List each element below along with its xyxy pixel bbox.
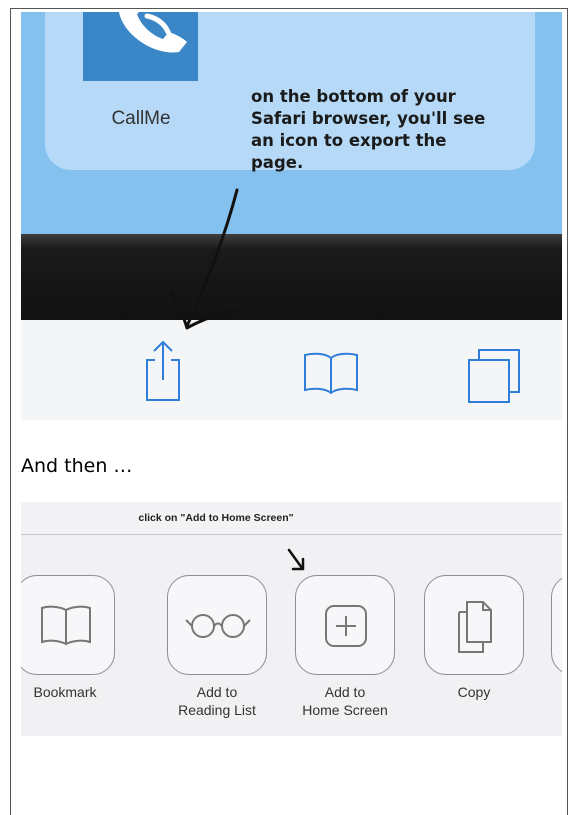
bookmark-label: Bookmark bbox=[21, 683, 130, 701]
reading-list-glasses-icon bbox=[185, 614, 251, 638]
bookmark-action[interactable] bbox=[21, 575, 115, 675]
caption: And then … bbox=[21, 455, 133, 477]
label-line: Add to bbox=[196, 684, 238, 700]
bookmark-book-icon bbox=[41, 605, 91, 646]
add-to-reading-list-action[interactable] bbox=[167, 575, 267, 675]
safari-screenshot: CallMe on the bottom of your Safari brow… bbox=[21, 12, 562, 420]
instruction-bar: click on "Add to Home Screen" bbox=[21, 502, 562, 535]
hand-drawn-arrow bbox=[169, 188, 243, 330]
label-line: Copy bbox=[457, 684, 491, 700]
instruction-text: click on "Add to Home Screen" bbox=[138, 512, 294, 524]
next-action-partial[interactable] bbox=[551, 575, 562, 675]
label-line: Reading List bbox=[178, 702, 256, 718]
copy-action[interactable] bbox=[424, 575, 524, 675]
label-line: Bookmark bbox=[33, 684, 97, 700]
home-screen-label: Add to Home Screen bbox=[280, 683, 410, 719]
share-sheet-screenshot: click on "Add to Home Screen" Bookmark A… bbox=[21, 502, 562, 736]
copy-label: Copy bbox=[409, 683, 539, 701]
copy-documents-icon bbox=[458, 601, 492, 653]
add-to-home-screen-action[interactable] bbox=[295, 575, 395, 675]
reading-list-label: Add to Reading List bbox=[152, 683, 282, 719]
label-line: Add to bbox=[324, 684, 366, 700]
add-plus-icon bbox=[325, 605, 367, 647]
label-line: Home Screen bbox=[302, 702, 388, 718]
